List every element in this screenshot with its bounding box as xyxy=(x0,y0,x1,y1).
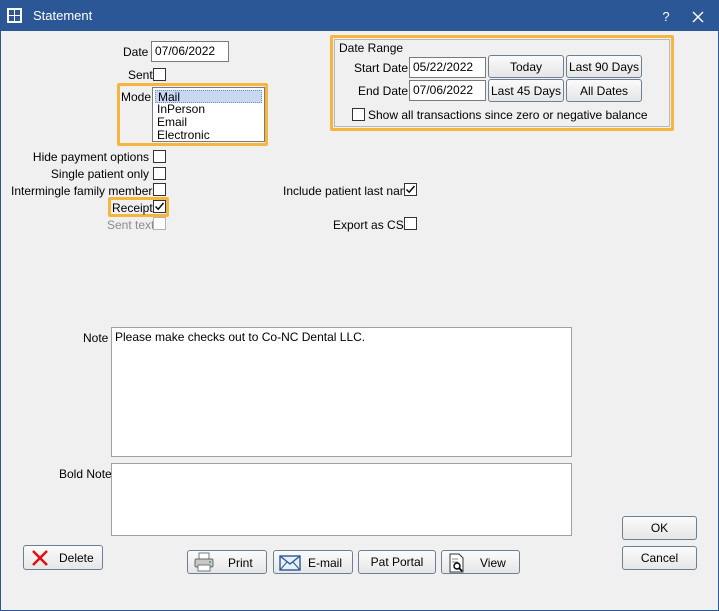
hide-payment-label: Hide payment options xyxy=(32,150,149,164)
checkmark-icon xyxy=(155,202,165,211)
document-magnifier-icon xyxy=(449,553,464,573)
start-date-input[interactable]: 05/22/2022 xyxy=(409,57,486,78)
printer-icon xyxy=(194,552,214,572)
single-patient-label: Single patient only xyxy=(50,167,149,181)
receipt-checkbox[interactable] xyxy=(153,200,166,213)
bold-note-textarea[interactable] xyxy=(111,463,572,536)
print-button[interactable]: Print xyxy=(187,550,267,574)
email-button[interactable]: E-mail xyxy=(273,550,353,574)
export-csv-checkbox[interactable] xyxy=(404,217,417,230)
red-x-icon xyxy=(32,550,48,566)
show-all-label: Show all transactions since zero or nega… xyxy=(368,108,648,122)
close-button[interactable] xyxy=(687,6,709,28)
email-label: E-mail xyxy=(308,556,343,570)
include-last-name-checkbox[interactable] xyxy=(404,183,417,196)
receipt-label: Receipt xyxy=(112,201,153,215)
last-45-days-button[interactable]: Last 45 Days xyxy=(488,79,564,102)
note-label: Note xyxy=(83,331,109,345)
sent-text-label: Sent text xyxy=(107,218,155,232)
date-input[interactable]: 07/06/2022 xyxy=(151,41,229,62)
start-date-label: Start Date xyxy=(354,61,409,75)
intermingle-checkbox[interactable] xyxy=(153,183,166,196)
end-date-input[interactable]: 07/06/2022 xyxy=(409,80,486,101)
export-csv-label: Export as CSV xyxy=(333,218,412,232)
envelope-icon xyxy=(279,555,301,571)
sent-label: Sent xyxy=(128,68,153,82)
view-label: View xyxy=(480,556,506,570)
show-all-checkbox[interactable] xyxy=(352,108,365,121)
last-90-days-button[interactable]: Last 90 Days xyxy=(566,55,642,78)
bold-note-label: Bold Note xyxy=(59,467,112,481)
end-date-label: End Date xyxy=(358,84,409,98)
close-icon xyxy=(692,11,704,23)
cancel-button[interactable]: Cancel xyxy=(622,546,697,570)
date-label: Date xyxy=(123,45,149,59)
checkmark-icon xyxy=(406,185,416,194)
include-last-name-label: Include patient last name xyxy=(283,184,417,198)
sent-checkbox[interactable] xyxy=(153,68,166,81)
statement-window: Statement ? Date 07/06/2022 Sent Mode Ma… xyxy=(0,0,719,611)
print-label: Print xyxy=(228,556,253,570)
date-range-title: Date Range xyxy=(339,41,404,55)
all-dates-button[interactable]: All Dates xyxy=(566,79,642,102)
title-bar: Statement ? xyxy=(1,1,718,31)
help-button[interactable]: ? xyxy=(656,7,676,27)
view-button[interactable]: View xyxy=(441,550,520,574)
intermingle-label: Intermingle family members xyxy=(11,184,159,198)
window-title: Statement xyxy=(33,8,93,23)
sent-text-checkbox xyxy=(153,217,166,230)
mode-listbox[interactable]: Mail InPerson Email Electronic xyxy=(152,87,265,142)
ok-button[interactable]: OK xyxy=(622,516,697,540)
delete-label: Delete xyxy=(59,551,94,565)
single-patient-checkbox[interactable] xyxy=(153,167,166,180)
note-textarea[interactable]: Please make checks out to Co-NC Dental L… xyxy=(111,327,572,457)
today-button[interactable]: Today xyxy=(488,55,564,78)
pat-portal-button[interactable]: Pat Portal xyxy=(358,550,436,574)
mode-option-electronic[interactable]: Electronic xyxy=(155,129,262,142)
app-grid-icon xyxy=(7,8,22,23)
hide-payment-checkbox[interactable] xyxy=(153,150,166,163)
delete-button[interactable]: Delete xyxy=(23,545,103,570)
mode-label: Mode xyxy=(121,90,152,104)
